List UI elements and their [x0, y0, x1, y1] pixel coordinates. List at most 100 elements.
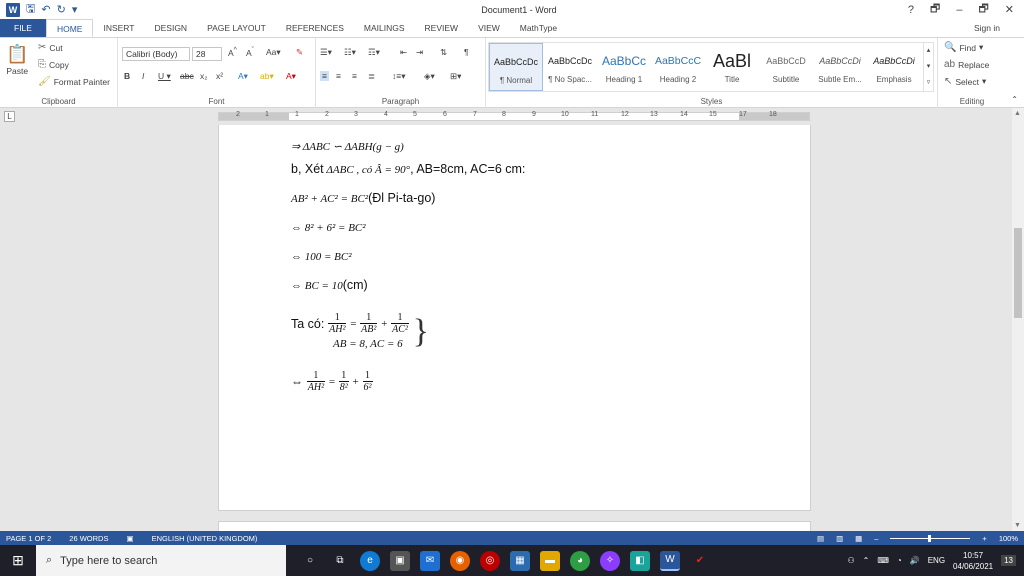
- language-indicator[interactable]: ENGLISH (UNITED KINGDOM): [146, 534, 270, 543]
- print-layout-icon[interactable]: ▥: [836, 534, 843, 543]
- tray-chevron-icon[interactable]: ⌃: [863, 556, 870, 565]
- strikethrough-button[interactable]: abc: [180, 71, 194, 81]
- language-tray[interactable]: ENG: [928, 556, 945, 565]
- word-taskbar-icon[interactable]: W: [660, 550, 680, 571]
- file-explorer-icon[interactable]: ▬: [540, 550, 560, 571]
- decrease-indent-button[interactable]: ⇤: [400, 47, 407, 58]
- tab-view[interactable]: VIEW: [468, 19, 510, 37]
- save-icon[interactable]: 🖫: [26, 0, 35, 19]
- tab-references[interactable]: REFERENCES: [276, 19, 354, 37]
- tab-mathtype[interactable]: MathType: [510, 19, 567, 37]
- style-subtitle[interactable]: AaBbCcD Subtitle: [759, 43, 813, 91]
- change-case-button[interactable]: Aa▾: [266, 47, 281, 58]
- zoom-in-icon[interactable]: +: [982, 534, 986, 543]
- style-heading-2[interactable]: AaBbCcC Heading 2: [651, 43, 705, 91]
- format-painter-button[interactable]: 🖌 Format Painter: [38, 76, 110, 87]
- mail-icon[interactable]: ✉: [420, 550, 440, 571]
- messenger-icon[interactable]: ✧: [600, 550, 620, 571]
- chrome-icon[interactable]: ◕: [570, 550, 590, 571]
- minimize-button[interactable]: –: [956, 4, 962, 16]
- read-mode-icon[interactable]: ▤: [817, 534, 824, 543]
- align-center-button[interactable]: ≡: [336, 71, 341, 81]
- undo-icon[interactable]: ↶: [41, 3, 50, 16]
- grow-font-button[interactable]: A^: [228, 47, 237, 58]
- tab-home[interactable]: HOME: [45, 19, 94, 37]
- justify-button[interactable]: ≣: [368, 71, 375, 82]
- scrollbar-thumb[interactable]: [1014, 228, 1022, 318]
- collapse-ribbon-icon[interactable]: ⌃: [1011, 95, 1018, 104]
- app-red-icon[interactable]: ◎: [480, 550, 500, 571]
- tab-selector[interactable]: L: [4, 111, 15, 122]
- multilevel-list-button[interactable]: ☶▾: [368, 47, 380, 58]
- scroll-up-icon[interactable]: ▲: [1014, 110, 1021, 117]
- vertical-scrollbar[interactable]: ▲ ▼: [1012, 108, 1024, 531]
- tab-insert[interactable]: INSERT: [93, 19, 144, 37]
- notification-badge[interactable]: 13: [1001, 555, 1016, 566]
- tab-design[interactable]: DESIGN: [144, 19, 197, 37]
- style-no-spacing[interactable]: AaBbCcDc ¶ No Spac...: [543, 43, 597, 91]
- copy-button[interactable]: ⎘ Copy: [38, 59, 69, 70]
- web-layout-icon[interactable]: ▦: [855, 534, 862, 543]
- maximize-button[interactable]: 🗗: [978, 0, 988, 19]
- style-subtle-emphasis[interactable]: AaBbCcDi Subtle Em...: [813, 43, 867, 91]
- tab-review[interactable]: REVIEW: [415, 19, 469, 37]
- help-icon[interactable]: ?: [908, 4, 914, 16]
- app-blue-icon[interactable]: ▦: [510, 550, 530, 571]
- find-button[interactable]: 🔍 Find ▾: [944, 42, 983, 53]
- sort-button[interactable]: ⇅: [440, 47, 447, 58]
- align-right-button[interactable]: ≡: [352, 71, 357, 81]
- increase-indent-button[interactable]: ⇥: [416, 47, 423, 58]
- borders-button[interactable]: ⊞▾: [450, 71, 461, 82]
- numbering-button[interactable]: ☷▾: [344, 47, 356, 58]
- cortana-icon[interactable]: ○: [300, 551, 320, 571]
- app-check-icon[interactable]: ✔: [690, 551, 710, 571]
- tab-page-layout[interactable]: PAGE LAYOUT: [197, 19, 276, 37]
- show-marks-button[interactable]: ¶: [464, 47, 469, 57]
- zoom-out-icon[interactable]: –: [874, 534, 878, 543]
- bold-button[interactable]: B: [124, 71, 130, 81]
- scroll-down-icon[interactable]: ▼: [1014, 522, 1021, 529]
- clock[interactable]: 10:57 04/06/2021: [953, 550, 993, 572]
- font-color-button[interactable]: A▾: [286, 71, 296, 82]
- italic-button[interactable]: I: [142, 71, 144, 81]
- subscript-button[interactable]: x₂: [200, 71, 208, 81]
- styles-scroll[interactable]: ▴ ▾ ▿: [923, 43, 933, 91]
- document-page-2[interactable]: [218, 521, 811, 531]
- ribbon-display-icon[interactable]: 🗗: [930, 0, 940, 19]
- task-view-icon[interactable]: ⧉: [330, 551, 350, 571]
- volume-icon[interactable]: 🔊: [910, 556, 920, 565]
- superscript-button[interactable]: x²: [216, 71, 223, 81]
- cut-button[interactable]: ✂ Cut: [38, 42, 63, 53]
- clear-formatting-button[interactable]: ✎: [296, 47, 303, 58]
- windows-start-icon[interactable]: ⊞: [0, 545, 36, 576]
- zoom-slider[interactable]: [890, 534, 971, 542]
- underline-button[interactable]: U ▾: [158, 71, 171, 82]
- style-normal[interactable]: AaBbCcDc ¶ Normal: [489, 43, 543, 91]
- shading-button[interactable]: ◈▾: [424, 71, 435, 82]
- document-page[interactable]: ⇒ ΔABC ∽ ΔABH(g − g) b, Xét ΔABC , có Â …: [218, 125, 811, 511]
- store-icon[interactable]: ▣: [390, 550, 410, 571]
- font-size-combo[interactable]: 28: [192, 47, 222, 61]
- bullets-button[interactable]: ☰▾: [320, 47, 332, 58]
- line-spacing-button[interactable]: ↕≡▾: [392, 71, 405, 82]
- text-effects-button[interactable]: A▾: [238, 71, 248, 82]
- style-heading-1[interactable]: AaBbCc Heading 1: [597, 43, 651, 91]
- sign-in-link[interactable]: Sign in: [974, 19, 1024, 37]
- align-left-button[interactable]: ≡: [320, 71, 329, 81]
- page-count[interactable]: PAGE 1 OF 2: [0, 534, 63, 543]
- customize-qat-icon[interactable]: ▾: [72, 3, 78, 16]
- close-button[interactable]: ✕: [1005, 3, 1014, 16]
- redo-icon[interactable]: ↻: [57, 3, 66, 16]
- proofing-icon[interactable]: ▣: [120, 534, 145, 543]
- taskbar-search-box[interactable]: ⌕ Type here to search: [36, 545, 286, 576]
- tab-file[interactable]: FILE: [0, 19, 46, 37]
- replace-button[interactable]: ab Replace: [944, 59, 989, 70]
- paste-button[interactable]: 📋 Paste: [6, 44, 28, 76]
- zoom-level[interactable]: 100%: [999, 534, 1018, 543]
- style-emphasis[interactable]: AaBbCcDi Emphasis: [867, 43, 921, 91]
- people-icon[interactable]: ⚇: [847, 556, 854, 565]
- word-count[interactable]: 26 WORDS: [63, 534, 120, 543]
- shrink-font-button[interactable]: Aˇ: [246, 47, 254, 58]
- select-button[interactable]: ↖ Select ▾: [944, 76, 986, 87]
- tab-mailings[interactable]: MAILINGS: [354, 19, 415, 37]
